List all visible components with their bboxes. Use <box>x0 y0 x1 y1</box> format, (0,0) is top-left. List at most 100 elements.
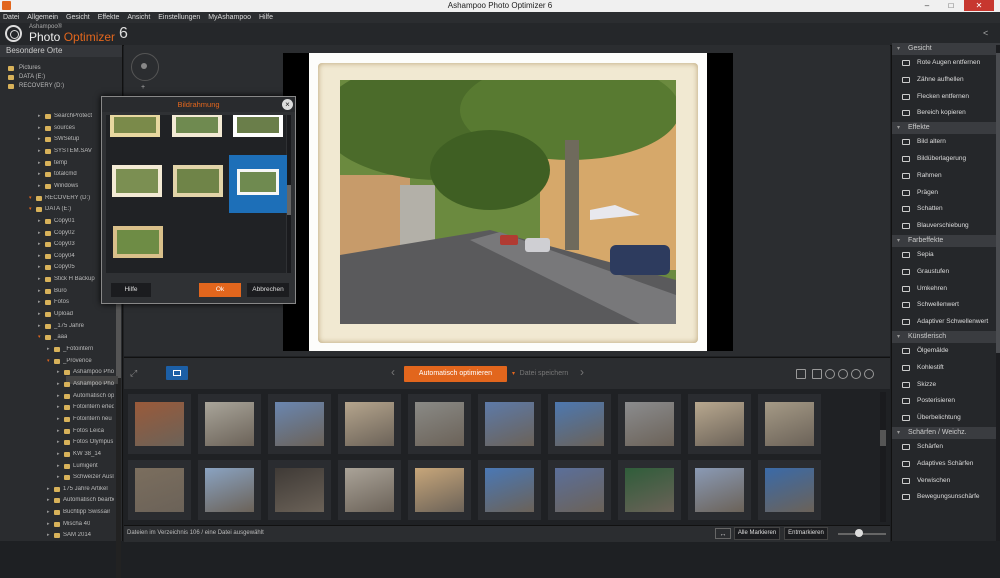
thumbnail[interactable] <box>408 394 471 454</box>
unmark-button[interactable]: Entmarkieren <box>784 527 828 540</box>
expand-toggle-icon[interactable]: ▾ <box>47 358 50 364</box>
expand-toggle-icon[interactable]: ▸ <box>57 369 60 375</box>
frame-option[interactable] <box>172 115 222 137</box>
expand-toggle-icon[interactable]: ▸ <box>57 463 60 469</box>
tree-item[interactable]: Fotointern erledi <box>73 404 114 410</box>
expand-toggle-icon[interactable]: ▸ <box>38 253 41 259</box>
pan-navigation-control[interactable] <box>131 53 159 81</box>
effect-section-header[interactable]: ▾ Farbeffekte <box>892 235 1000 247</box>
expand-toggle-icon[interactable]: ▸ <box>47 346 50 352</box>
tree-item[interactable]: sources <box>54 125 75 131</box>
tree-item[interactable]: Copy02 <box>54 230 75 236</box>
thumbnail[interactable] <box>268 394 331 454</box>
share-icon[interactable]: < <box>983 28 988 38</box>
thumbnail[interactable] <box>548 460 611 520</box>
menu-myashampoo[interactable]: MyAshampoo <box>205 12 254 23</box>
thumbnail[interactable] <box>128 394 191 454</box>
menu-hilfe[interactable]: Hilfe <box>256 12 276 23</box>
cancel-button[interactable]: Abbrechen <box>247 283 289 297</box>
thumbnail[interactable] <box>688 394 751 454</box>
tree-item[interactable]: Büro <box>54 288 67 294</box>
thumbnail-scrollbar[interactable] <box>880 392 886 522</box>
view-mode-button[interactable] <box>166 366 188 380</box>
effect-item[interactable]: Bewegungsunschärfe <box>892 489 1000 505</box>
collapse-icon[interactable]: ▾ <box>897 43 900 55</box>
effect-item[interactable]: Sepia <box>892 247 1000 263</box>
expand-toggle-icon[interactable]: ▸ <box>38 323 41 329</box>
thumbnail[interactable] <box>198 460 261 520</box>
frame-option[interactable] <box>113 226 163 258</box>
thumbnail[interactable] <box>688 460 751 520</box>
expand-toggle-icon[interactable]: ▾ <box>29 206 32 212</box>
expand-toggle-icon[interactable]: ▸ <box>38 113 41 119</box>
tree-item[interactable]: Ashampoo Photo <box>73 369 114 375</box>
effect-item[interactable]: Adaptives Schärfen <box>892 456 1000 472</box>
effect-section-header[interactable]: ▾ Gesicht <box>892 43 1000 55</box>
effect-item[interactable]: Bildüberlagerung <box>892 151 1000 167</box>
expand-toggle-icon[interactable]: ▸ <box>38 264 41 270</box>
expand-toggle-icon[interactable]: ▸ <box>38 288 41 294</box>
effect-item[interactable]: Blauverschiebung <box>892 218 1000 234</box>
tree-item[interactable]: Schweizer Auslan <box>73 474 114 480</box>
collapse-icon[interactable]: ▾ <box>897 235 900 247</box>
menu-effekte[interactable]: Effekte <box>95 12 123 23</box>
expand-toggle-icon[interactable]: ▸ <box>57 381 60 387</box>
tree-item[interactable]: Copy04 <box>54 253 75 259</box>
effect-item[interactable]: Zähne aufhellen <box>892 72 1000 88</box>
tree-item[interactable]: Windows <box>54 183 78 189</box>
expand-toggle-icon[interactable]: ▸ <box>38 160 41 166</box>
slider-handle[interactable] <box>855 529 863 537</box>
thumbnail[interactable] <box>478 394 541 454</box>
tree-item[interactable]: Mischa 40 <box>63 521 90 527</box>
expand-toggle-icon[interactable]: ▸ <box>38 230 41 236</box>
effect-item[interactable]: Verwischen <box>892 473 1000 489</box>
effect-item[interactable]: Umkehren <box>892 281 1000 297</box>
next-image-icon[interactable]: › <box>580 365 584 379</box>
maximize-button[interactable]: □ <box>940 0 962 11</box>
frame-option[interactable] <box>112 165 162 197</box>
thumbnail[interactable] <box>338 460 401 520</box>
expand-toggle-icon[interactable]: ▸ <box>38 136 41 142</box>
compare-icon[interactable] <box>812 369 822 379</box>
effect-item[interactable]: Rahmen <box>892 168 1000 184</box>
effect-item[interactable]: Bereich kopieren <box>892 105 1000 121</box>
frame-grid-scrollbar[interactable] <box>287 115 291 273</box>
redo-icon[interactable] <box>851 369 861 379</box>
tree-item[interactable]: Automatisch opti <box>73 393 114 399</box>
tree-item[interactable]: SAM 2014 <box>63 532 91 538</box>
effect-item[interactable]: Schärfen <box>892 439 1000 455</box>
menu-allgemein[interactable]: Allgemein <box>24 12 61 23</box>
effect-item[interactable]: Überbelichtung <box>892 410 1000 426</box>
tree-item[interactable]: Automatisch bearbeit <box>63 497 114 503</box>
tree-item[interactable]: 175 Jahre Artikel <box>63 486 108 492</box>
tree-item[interactable]: _aaa <box>54 334 67 340</box>
tree-item[interactable]: _Fotointern <box>63 346 93 352</box>
expand-toggle-icon[interactable]: ▸ <box>38 311 41 317</box>
expand-toggle-icon[interactable]: ▸ <box>57 474 60 480</box>
tree-item[interactable]: SWSetup <box>54 136 79 142</box>
tree-item[interactable]: Fotointern neu <box>73 416 112 422</box>
expand-toggle-icon[interactable]: ▸ <box>47 532 50 538</box>
thumbnail[interactable] <box>618 460 681 520</box>
expand-toggle-icon[interactable]: ▸ <box>38 218 41 224</box>
expand-toggle-icon[interactable]: ▾ <box>38 334 41 340</box>
effect-item[interactable]: Kohlestift <box>892 360 1000 376</box>
favorite-place[interactable]: RECOVERY (D:) <box>19 83 64 89</box>
swap-arrows-icon[interactable]: ↔ <box>715 528 731 539</box>
auto-optimize-button[interactable]: Automatisch optimieren ▾ <box>404 366 515 382</box>
previous-image-icon[interactable]: ‹ <box>391 365 395 379</box>
tree-item[interactable]: SYSTEM.SAV <box>54 148 92 154</box>
scrollbar-thumb[interactable] <box>880 430 886 446</box>
thumbnail[interactable] <box>408 460 471 520</box>
expand-toggle-icon[interactable]: ▸ <box>38 148 41 154</box>
tree-item[interactable]: Stick H Backup <box>54 276 95 282</box>
tree-item[interactable]: Copy05 <box>54 264 75 270</box>
effect-item[interactable]: Schwellenwert <box>892 297 1000 313</box>
frame-option[interactable] <box>173 165 223 197</box>
tree-item[interactable]: Fotos Leica <box>73 428 104 434</box>
expand-toggle-icon[interactable]: ▸ <box>57 428 60 434</box>
thumbnail[interactable] <box>128 460 191 520</box>
thumbnail[interactable] <box>548 394 611 454</box>
menu-ansicht[interactable]: Ansicht <box>124 12 153 23</box>
expand-toggle-icon[interactable]: ▸ <box>47 497 50 503</box>
